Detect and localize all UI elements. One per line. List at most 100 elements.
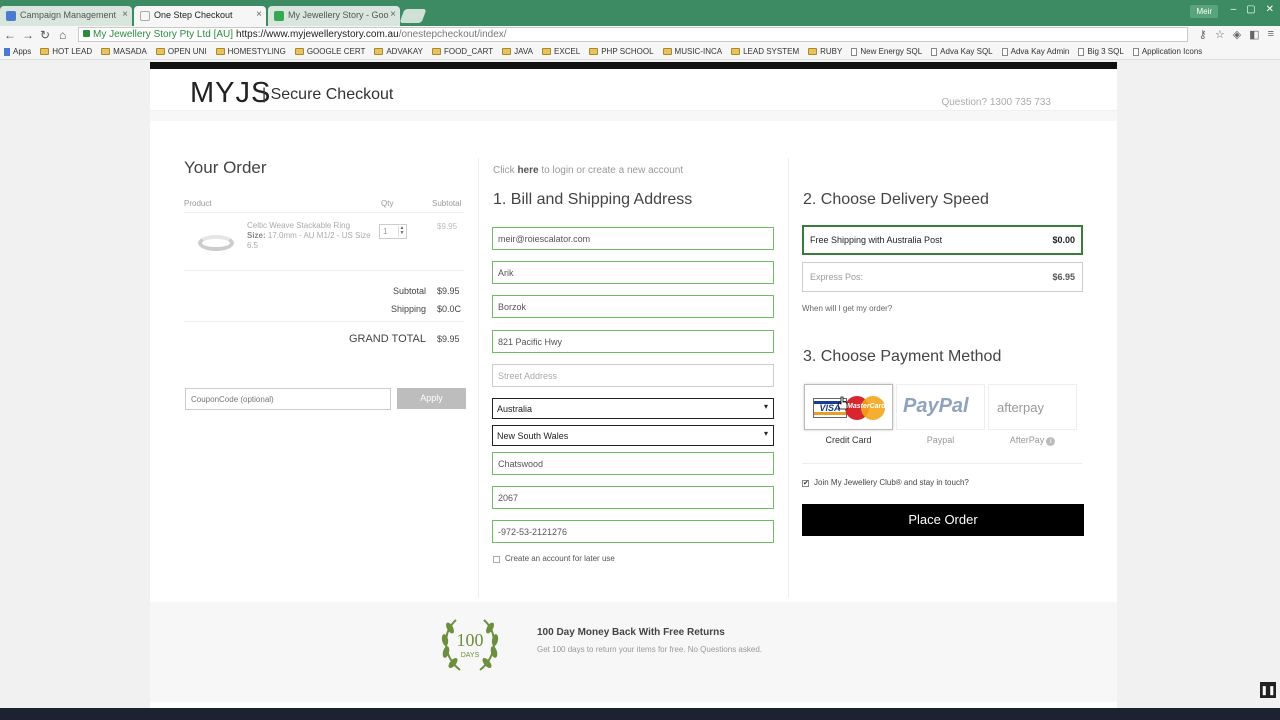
delivery-option-free[interactable]: Free Shipping with Australia Post $0.00 [802,225,1083,255]
page-icon [1132,47,1139,56]
close-window-icon[interactable]: ✕ [1266,4,1274,15]
folder-icon [101,48,111,55]
close-icon[interactable]: × [122,9,128,20]
coupon-code-input[interactable] [185,388,391,410]
bookmark-apps[interactable]: Apps [4,47,31,56]
ring-thumbnail [198,235,234,251]
header-divider [150,111,1117,121]
bookmark-open-uni[interactable]: OPEN UNI [155,47,207,56]
bookmark-label: PHP SCHOOL [601,47,654,56]
payment-afterpay[interactable]: afterpay [988,384,1077,430]
payment-heading: 3. Choose Payment Method [803,348,1002,365]
new-tab-button[interactable] [399,9,427,23]
forward-icon[interactable]: → [22,28,34,42]
first-name-field[interactable]: Arik [492,261,774,284]
page-icon [1078,47,1085,56]
state-value: New South Wales [497,431,569,441]
divider [184,321,464,322]
bookmark-new-energy-sql[interactable]: New Energy SQL [851,47,922,56]
shipping-value: $0.0C [437,304,462,314]
reload-icon[interactable]: ↻ [40,28,50,42]
bookmark-advakay[interactable]: ADVAKAY [374,47,423,56]
bookmark-label: Adva Kay Admin [1010,47,1070,56]
quantity-stepper[interactable]: 1 ▲ ▼ [379,224,407,239]
subtotal-label: Subtotal [392,286,426,296]
bookmark-adva-kay-admin[interactable]: Adva Kay Admin [1001,47,1070,56]
last-name-field[interactable]: Borzok [492,295,774,318]
divider [184,212,464,213]
tab-my-jewellery-story[interactable]: My Jewellery Story - Goo × [268,6,400,26]
state-select[interactable]: New South Wales ▾ [492,425,774,446]
street-address-2-field[interactable]: Street Address [492,364,774,387]
bookmark-label: Big 3 SQL [1087,47,1124,56]
bookmark-masada[interactable]: MASADA [101,47,147,56]
folder-icon [541,48,551,55]
payment-paypal[interactable]: PayPal [896,384,985,430]
badge-word: DAYS [461,652,480,659]
folder-icon [294,48,304,55]
size-value: 17.0mm - AU M1/2 - US Size 6.5 [247,231,371,250]
address-heading: 1. Bill and Shipping Address [493,191,693,208]
spinner-arrows-icon[interactable]: ▲ ▼ [398,226,405,237]
home-icon[interactable]: ⌂ [59,28,66,42]
extension-icon[interactable]: ◧ [1249,28,1259,41]
bookmark-food-cart[interactable]: FOOD_CART [431,47,494,56]
minimize-icon[interactable]: – [1231,4,1237,15]
extension-icon[interactable]: ◈ [1233,28,1241,41]
star-icon[interactable]: ☆ [1215,28,1225,41]
bookmark-homestyling[interactable]: HOMESTYLING [215,47,286,56]
delivery-option-express[interactable]: Express Pos: $6.95 [802,262,1083,292]
back-icon[interactable]: ← [4,28,16,42]
delivery-info-link[interactable]: When will I get my order? [802,304,892,313]
bookmark-application-icons[interactable]: Application Icons [1132,47,1202,56]
bookmark-label: FOOD_CART [443,47,494,56]
bookmark-music-inca[interactable]: MUSIC-INCA [662,47,722,56]
profile-chip[interactable]: Meir [1190,5,1218,18]
bookmark-java[interactable]: JAVA [502,47,533,56]
address-bar[interactable]: My Jewellery Story Pty Ltd [AU] https://w… [78,27,1188,42]
create-account-checkbox[interactable] [493,556,500,563]
ev-certificate-label[interactable]: My Jewellery Story Pty Ltd [AU] [93,29,233,40]
guarantee-title: 100 Day Money Back With Free Returns [537,627,725,638]
apply-coupon-button[interactable]: Apply [397,388,466,409]
product-details: Celtic Weave Stackable Ring Size: 17.0mm… [247,221,377,251]
login-link[interactable]: here [517,165,538,176]
info-icon[interactable]: i [1046,437,1056,446]
bookmark-adva-kay-sql[interactable]: Adva Kay SQL [931,47,993,56]
folder-icon [155,48,165,55]
phone-field[interactable]: -972-53-2121276 [492,520,774,543]
site-logo[interactable]: MYJS [190,77,271,110]
pause-icon[interactable]: ❚❚ [1260,682,1276,698]
street-address-field[interactable]: 821 Pacific Hwy [492,330,774,353]
bookmark-excel[interactable]: EXCEL [541,47,580,56]
club-checkbox[interactable]: ✔ [802,480,809,487]
place-order-button[interactable]: Place Order [802,504,1084,536]
close-icon[interactable]: × [256,9,262,20]
payment-credit-card[interactable]: VISA MasterCard [804,384,893,430]
page-scrollbar[interactable] [1268,62,1280,708]
postcode-field[interactable]: 2067 [492,486,774,509]
bookmark-google-cert[interactable]: GOOGLE CERT [294,47,365,56]
email-field[interactable]: meir@roiescalator.com [492,227,774,250]
tab-campaign-management[interactable]: Campaign Management × [0,6,132,26]
folder-icon [374,48,384,55]
menu-icon[interactable]: ≡ [1268,28,1274,41]
maximize-icon[interactable]: ▢ [1246,4,1255,15]
page-icon [851,47,858,56]
bookmark-big-3-sql[interactable]: Big 3 SQL [1078,47,1124,56]
country-select[interactable]: Australia ▾ [492,398,774,419]
paypal-label: Paypal [926,435,955,445]
bookmark-label: ADVAKAY [386,47,423,56]
column-divider [478,158,479,598]
tab-title: My Jewellery Story - Goo [288,10,389,20]
city-field[interactable]: Chatswood [492,452,774,475]
bookmark-hot-lead[interactable]: HOT LEAD [40,47,92,56]
tab-one-step-checkout[interactable]: One Step Checkout × [134,6,266,26]
bookmark-lead-system[interactable]: LEAD SYSTEM [731,47,799,56]
bookmark-ruby[interactable]: RUBY [808,47,842,56]
close-icon[interactable]: × [390,9,396,20]
key-icon[interactable]: ⚷ [1199,28,1207,41]
bookmark-php-school[interactable]: PHP SCHOOL [589,47,654,56]
grand-total-value: $9.95 [437,334,460,344]
tab-title: One Step Checkout [154,10,233,20]
